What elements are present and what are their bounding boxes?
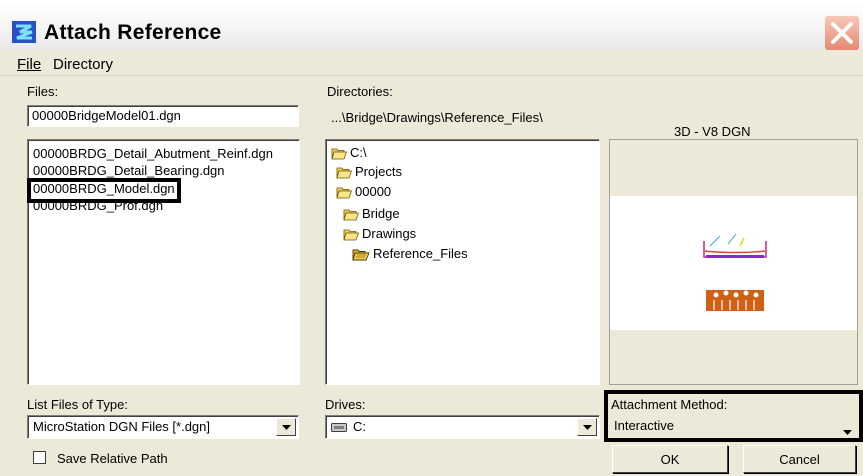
- folder-open-icon: [343, 209, 359, 220]
- dir-item-reference-files[interactable]: Reference_Files: [352, 246, 468, 262]
- dir-item-label: Projects: [355, 164, 402, 179]
- folder-open-selected-icon: [352, 249, 370, 260]
- close-icon: [831, 22, 853, 44]
- ok-button[interactable]: OK: [612, 445, 728, 473]
- directories-label: Directories:: [327, 84, 393, 99]
- menu-bar: File Directory: [0, 52, 863, 76]
- ok-button-label: OK: [660, 451, 680, 467]
- chevron-down-icon[interactable]: [843, 423, 852, 438]
- file-type-label: List Files of Type:: [27, 397, 128, 412]
- drawing-thumbnail: [703, 233, 767, 311]
- file-list-item-selected[interactable]: 00000BRDG_Model.dgn: [33, 181, 175, 197]
- folder-open-icon: [343, 229, 359, 240]
- folder-open-icon: [336, 167, 352, 178]
- dir-item-label: Reference_Files: [373, 246, 468, 261]
- folder-open-icon: [336, 187, 352, 198]
- dir-item-00000[interactable]: 00000: [336, 184, 391, 200]
- chevron-down-icon[interactable]: [276, 418, 296, 436]
- file-list-item[interactable]: 00000BRDG_Detail_Abutment_Reinf.dgn: [33, 146, 273, 162]
- save-relative-path-label[interactable]: Save Relative Path: [57, 451, 168, 466]
- files-list[interactable]: 00000BRDG_Detail_Abutment_Reinf.dgn 0000…: [27, 139, 300, 385]
- dir-item-label: Bridge: [362, 206, 400, 221]
- file-type-value: MicroStation DGN Files [*.dgn]: [33, 419, 211, 434]
- files-label: Files:: [27, 84, 59, 99]
- preview-format-label: 3D - V8 DGN: [674, 124, 751, 139]
- file-type-select[interactable]: MicroStation DGN Files [*.dgn]: [27, 415, 299, 439]
- dir-item-drawings[interactable]: Drawings: [343, 226, 416, 242]
- window-title: Attach Reference: [44, 21, 222, 44]
- folder-open-icon: [331, 148, 347, 159]
- drives-value: C:: [353, 419, 366, 434]
- drives-select[interactable]: C:: [325, 415, 600, 439]
- menu-directory-label: Directory: [53, 56, 114, 73]
- attachment-method-value: Interactive: [614, 418, 674, 433]
- attach-reference-dialog: Attach Reference File Directory Files: 0…: [0, 0, 863, 476]
- drive-icon: [331, 421, 347, 436]
- preview-pane: [609, 139, 858, 385]
- attachment-method-label: Attachment Method:: [611, 397, 728, 412]
- dir-item-label: Drawings: [362, 226, 417, 241]
- save-relative-path-checkbox[interactable]: [33, 451, 46, 464]
- cancel-button-label: Cancel: [779, 451, 820, 467]
- microstation-icon: [12, 21, 36, 43]
- current-path: ...\Bridge\Drawings\Reference_Files\: [331, 110, 543, 125]
- dir-item-label: C:\: [350, 145, 367, 160]
- dir-item-label: 00000: [355, 184, 392, 199]
- drives-label: Drives:: [325, 397, 366, 412]
- dir-item-c-root[interactable]: C:\: [331, 145, 367, 161]
- dir-item-projects[interactable]: Projects: [336, 164, 402, 180]
- file-list-item[interactable]: 00000BRDG_Detail_Bearing.dgn: [33, 163, 225, 179]
- filename-input[interactable]: 00000BridgeModel01.dgn: [27, 105, 299, 127]
- dir-item-bridge[interactable]: Bridge: [343, 206, 400, 222]
- attachment-method-select[interactable]: Interactive: [609, 415, 858, 439]
- title-bar[interactable]: Attach Reference: [0, 0, 863, 50]
- cancel-button[interactable]: Cancel: [743, 445, 856, 473]
- directories-tree[interactable]: C:\ Projects 00000 Bridge Drawings Refer…: [325, 139, 600, 385]
- close-button[interactable]: [825, 16, 859, 50]
- file-type-label-text: List Files of Type:: [27, 397, 128, 412]
- file-list-item[interactable]: 00000BRDG_Prof.dgn: [33, 198, 163, 214]
- menu-directory[interactable]: Directory: [53, 56, 113, 73]
- chevron-down-icon[interactable]: [577, 418, 597, 436]
- menu-file-label: File: [17, 56, 42, 73]
- menu-file[interactable]: File: [17, 56, 41, 73]
